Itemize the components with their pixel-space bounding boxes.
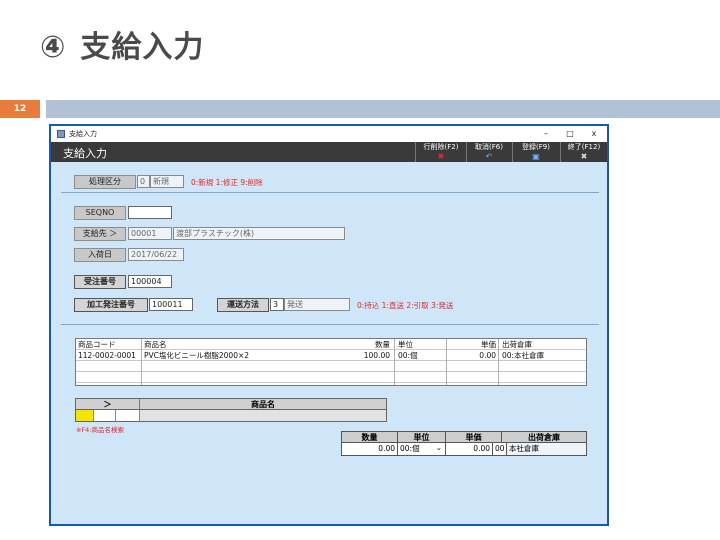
grid-column-line bbox=[498, 339, 499, 385]
seqno-label: SEQNO bbox=[74, 206, 126, 220]
unit-select[interactable]: 00:個 ⌄ bbox=[398, 443, 446, 455]
sub-grid-header: 数量 単位 単価 出荷倉庫 bbox=[341, 431, 587, 443]
sub-header: 単価 bbox=[446, 432, 502, 443]
app-window: 支給入力 – □ x 支給入力 行削除(F2) ✖ 取消(F6) ↶ 登録(F9… bbox=[49, 124, 609, 526]
shikyusaki-code-field[interactable]: 00001 bbox=[128, 227, 172, 240]
screen-header: 支給入力 行削除(F2) ✖ 取消(F6) ↶ 登録(F9) ▣ 終了(F12)… bbox=[51, 142, 607, 162]
grid-header: 出荷倉庫 bbox=[502, 340, 532, 349]
header-band bbox=[46, 100, 720, 118]
undo-icon: ↶ bbox=[485, 152, 493, 161]
grid-cell-code: 112-0002-0001 bbox=[78, 351, 136, 360]
nyukabi-field[interactable]: 2017/06/22 bbox=[128, 248, 184, 261]
entry-cell[interactable] bbox=[116, 410, 140, 421]
cancel-button[interactable]: 取消(F6) ↶ bbox=[468, 143, 510, 161]
kako-field[interactable]: 100011 bbox=[149, 298, 193, 311]
grid-column-line bbox=[394, 339, 395, 385]
toolbar-divider bbox=[466, 142, 467, 162]
grid-header-row: 商品コード 商品名 数量 単位 単価 出荷倉庫 bbox=[76, 339, 586, 350]
nyukabi-label: 入荷日 bbox=[74, 248, 126, 262]
delete-row-button[interactable]: 行削除(F2) ✖ bbox=[417, 143, 465, 161]
juchu-field[interactable]: 100004 bbox=[128, 275, 172, 288]
maximize-button[interactable]: □ bbox=[557, 126, 583, 142]
grid-header: 数量 bbox=[375, 340, 390, 349]
delete-icon: ✖ bbox=[437, 152, 445, 161]
price-input[interactable]: 0.00 bbox=[446, 443, 492, 455]
detail-grid[interactable]: 商品コード 商品名 数量 単位 単価 出荷倉庫 112-0002-0001 PV… bbox=[75, 338, 587, 386]
warehouse-name: 本社倉庫 bbox=[506, 443, 586, 455]
grid-header: 商品コード bbox=[78, 340, 116, 349]
sub-header: 数量 bbox=[342, 432, 398, 443]
entry-arrow[interactable]: ＞ bbox=[76, 399, 140, 410]
grid-cell-name: PVC塩化ビニール樹脂2000×2 bbox=[144, 351, 250, 360]
sub-grid-row[interactable]: 0.00 00:個 ⌄ 0.00 00 本社倉庫 bbox=[341, 443, 587, 456]
grid-column-line bbox=[446, 339, 447, 385]
shori-hint: 0:新規 1:修正 9:削除 bbox=[191, 178, 263, 187]
unso-name-field: 発送 bbox=[284, 298, 350, 311]
exit-label: 終了(F12) bbox=[567, 143, 601, 151]
slide-title: ④ 支給入力 bbox=[40, 22, 204, 66]
app-icon bbox=[57, 130, 65, 138]
unso-hint: 0:持込 1:直送 2:引取 3:発送 bbox=[357, 301, 454, 310]
register-button[interactable]: 登録(F9) ▣ bbox=[514, 143, 558, 161]
entry-cell-selected[interactable] bbox=[76, 410, 94, 421]
chevron-down-icon[interactable]: ⌄ bbox=[436, 442, 442, 454]
unso-code-field[interactable]: 3 bbox=[270, 298, 284, 311]
table-row[interactable] bbox=[76, 361, 586, 372]
cancel-label: 取消(F6) bbox=[475, 143, 503, 151]
table-row[interactable]: 112-0002-0001 PVC塩化ビニール樹脂2000×2 100.00 0… bbox=[76, 350, 586, 361]
delete-row-label: 行削除(F2) bbox=[423, 143, 459, 151]
grid-header: 単価 bbox=[481, 340, 496, 349]
seqno-field[interactable] bbox=[128, 206, 172, 219]
grid-cell-qty: 100.00 bbox=[363, 351, 390, 360]
entry-header: ＞ 商品名 bbox=[75, 398, 387, 410]
shikyusaki-name-field: 渡部プラスチック(株) bbox=[173, 227, 345, 240]
section-divider bbox=[61, 192, 599, 193]
juchu-label: 受注番号 bbox=[74, 275, 126, 289]
entry-cell[interactable] bbox=[94, 410, 116, 421]
exit-button[interactable]: 終了(F12) ✖ bbox=[562, 143, 606, 161]
grid-header: 単位 bbox=[398, 340, 413, 349]
exit-icon: ✖ bbox=[580, 152, 588, 161]
shori-code-field[interactable]: 0 bbox=[137, 175, 150, 188]
table-row[interactable] bbox=[76, 372, 586, 383]
window-title: 支給入力 bbox=[69, 130, 97, 138]
entry-header-label: 商品名 bbox=[251, 400, 275, 409]
unit-select-value: 00:個 bbox=[400, 444, 420, 453]
slide-title-text: 支給入力 bbox=[80, 30, 205, 65]
register-label: 登録(F9) bbox=[522, 143, 550, 151]
qty-input[interactable]: 0.00 bbox=[342, 443, 398, 455]
warehouse-code-input[interactable]: 00 bbox=[492, 443, 506, 455]
unso-label: 運送方法 bbox=[217, 298, 269, 312]
screen-title: 支給入力 bbox=[63, 147, 107, 160]
slide-number-symbol: ④ bbox=[40, 30, 67, 65]
kako-label: 加工発注番号 bbox=[74, 298, 148, 312]
shori-label: 処理区分 bbox=[74, 175, 136, 189]
grid-cell-price: 0.00 bbox=[479, 351, 496, 360]
entry-row[interactable] bbox=[75, 410, 387, 422]
toolbar-divider bbox=[512, 142, 513, 162]
toolbar-divider bbox=[560, 142, 561, 162]
grid-cell-warehouse: 00:本社倉庫 bbox=[502, 351, 545, 360]
grid-column-line bbox=[141, 339, 142, 385]
toolbar-divider bbox=[415, 142, 416, 162]
window-titlebar: 支給入力 – □ x bbox=[51, 126, 607, 142]
section-divider bbox=[61, 324, 599, 325]
shikyusaki-label[interactable]: 支給先 ＞ bbox=[74, 227, 126, 241]
close-button[interactable]: x bbox=[581, 126, 607, 142]
sub-header: 出荷倉庫 bbox=[528, 433, 560, 442]
entry-hint: ※F4:商品名検索 bbox=[76, 426, 125, 434]
grid-header: 商品名 bbox=[144, 340, 167, 349]
grid-cell-unit: 00:個 bbox=[398, 351, 418, 360]
save-icon: ▣ bbox=[532, 152, 540, 161]
minimize-button[interactable]: – bbox=[533, 126, 559, 142]
shori-name-field: 新規 bbox=[150, 175, 184, 188]
page-number: 12 bbox=[0, 100, 40, 118]
